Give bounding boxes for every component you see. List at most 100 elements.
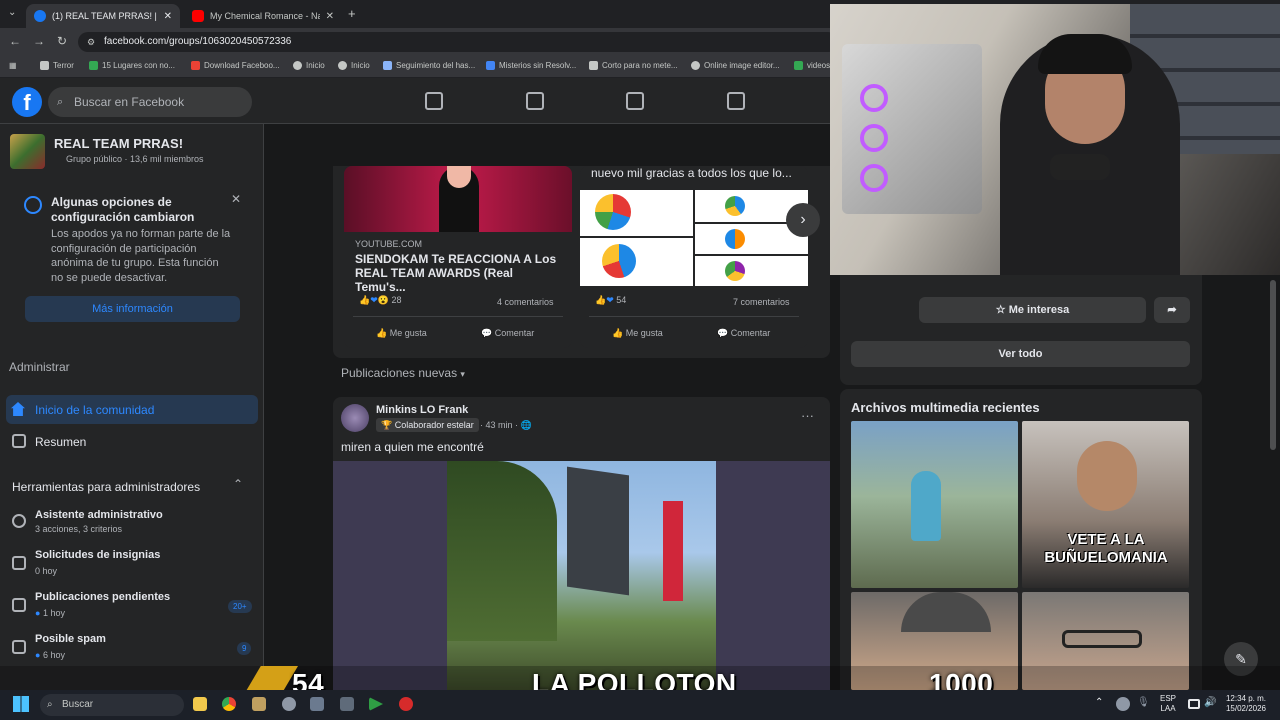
chart-image-1[interactable]	[580, 190, 693, 236]
tool-admin-assistant[interactable]: Asistente administrativo	[35, 509, 163, 521]
share-button[interactable]: ➦	[1154, 297, 1190, 323]
collapse-chevron-icon[interactable]: ⌃	[233, 477, 243, 491]
more-info-button[interactable]: Más información	[25, 296, 240, 322]
see-all-button[interactable]: Ver todo	[851, 341, 1190, 367]
reaction-icons: 👍❤😮	[359, 295, 389, 305]
nav-summary[interactable]: Resumen	[35, 435, 86, 449]
tray-overflow-icon[interactable]: ⌃	[1095, 697, 1109, 711]
bookmark-item[interactable]: videos	[794, 61, 830, 70]
media-thumb-1[interactable]	[851, 421, 1018, 588]
app-icon[interactable]	[252, 697, 266, 711]
windows-start-icon[interactable]	[13, 696, 29, 712]
bookmark-item[interactable]: Inicio	[293, 61, 325, 70]
pages-nav-icon[interactable]	[526, 92, 544, 110]
tool-admin-assistant-sub: 3 acciones, 3 criterios	[35, 524, 123, 534]
new-tab-icon[interactable]: +	[348, 6, 356, 21]
shared-photos-card[interactable]: nuevo mil gracias a todos los que lo... …	[580, 166, 808, 348]
admin-heading: Administrar	[9, 360, 70, 374]
pc-fan	[860, 164, 888, 192]
tab-youtube[interactable]: My Chemical Romance - Na Na ✕	[184, 4, 342, 28]
tool-badge-requests[interactable]: Solicitudes de insignias	[35, 549, 160, 561]
photo-tree	[447, 461, 557, 641]
taskbar-search[interactable]: ⌕ Buscar	[40, 694, 184, 716]
star-icon: ☆	[995, 304, 1006, 316]
thumb-face	[1077, 441, 1137, 511]
bookmark-item[interactable]: Misterios sin Resolv...	[486, 61, 576, 70]
app-icon[interactable]	[282, 697, 296, 711]
network-icon[interactable]	[1188, 699, 1200, 709]
shared-video-card[interactable]: YOUTUBE.COM SIENDOKAM Te REACCIONA A Los…	[344, 166, 572, 348]
search-icon: ⌕	[47, 699, 53, 710]
mic-icon[interactable]: 🎙	[1137, 697, 1151, 711]
file-explorer-icon[interactable]	[193, 697, 207, 711]
home-nav-icon[interactable]	[425, 92, 443, 110]
bookmark-item[interactable]: Inicio	[338, 61, 370, 70]
bookmark-item[interactable]: Seguimiento del has...	[383, 61, 475, 70]
bookmark-item[interactable]: Online image editor...	[691, 61, 780, 70]
interested-button[interactable]: ☆ Me interesa	[919, 297, 1146, 323]
obs-icon[interactable]	[399, 697, 413, 711]
app-icon[interactable]	[310, 697, 324, 711]
like-button[interactable]: 👍 Me gusta	[376, 328, 427, 339]
group-meta: Grupo público · 13,6 mil miembros	[66, 154, 204, 164]
new-posts-sort[interactable]: Publicaciones nuevas ▾	[341, 366, 465, 380]
thumb-caption: VETE A LA BUÑUELOMANIA	[1044, 531, 1168, 566]
facebook-logo-icon[interactable]: f	[12, 87, 42, 117]
bookmark-item[interactable]: 15 Lugares con no...	[89, 61, 175, 70]
tray-app-icon[interactable]	[1116, 697, 1130, 711]
marketplace-nav-icon[interactable]	[727, 92, 745, 110]
tab-list-chevron-icon[interactable]: ⌄	[8, 7, 16, 18]
carousel-next-button[interactable]: ›	[786, 203, 820, 237]
pending-posts-badge: 20+	[228, 600, 252, 613]
scrollbar[interactable]	[1270, 280, 1276, 450]
reactions[interactable]: 👍❤ 54	[595, 295, 626, 306]
url-field[interactable]: ⚙ facebook.com/groups/1063020450572336	[78, 32, 838, 52]
like-button[interactable]: 👍 Me gusta	[612, 328, 663, 339]
bookmark-item[interactable]: Download Faceboo...	[191, 61, 280, 70]
reload-icon[interactable]: ↻	[57, 34, 67, 48]
close-tab-icon[interactable]: ✕	[326, 11, 334, 22]
post-options-button[interactable]: ···	[801, 408, 814, 423]
nav-community-home-label: Inicio de la comunidad	[35, 403, 155, 417]
video-nav-icon[interactable]	[626, 92, 644, 110]
post-author[interactable]: Minkins LO Frank	[376, 404, 468, 416]
pie-chart-icon	[725, 229, 745, 249]
back-icon[interactable]: ←	[9, 34, 21, 48]
tool-possible-spam[interactable]: Posible spam	[35, 633, 106, 645]
language-indicator[interactable]: ESP LAA	[1158, 694, 1178, 714]
link-title[interactable]: SIENDOKAM Te REACCIONA A Los REAL TEAM A…	[355, 252, 565, 294]
notice-body: Los apodos ya no forman parte de la conf…	[51, 228, 231, 284]
author-badge[interactable]: 🏆 Colaborador estelar	[376, 418, 479, 432]
forward-icon[interactable]: →	[33, 34, 45, 48]
video-thumbnail[interactable]	[344, 166, 572, 232]
close-notice-icon[interactable]: ✕	[231, 192, 241, 206]
group-avatar[interactable]	[10, 134, 45, 169]
reactions[interactable]: 👍❤😮 28	[359, 295, 401, 306]
apps-icon[interactable]: ▦	[9, 61, 17, 70]
comment-button[interactable]: 💬 Comentar	[481, 328, 534, 339]
admin-tools-heading[interactable]: Herramientas para administradores	[12, 480, 200, 494]
chart-image-5[interactable]	[695, 256, 808, 286]
event-card	[840, 275, 1202, 385]
author-avatar[interactable]	[341, 404, 369, 432]
comment-button[interactable]: 💬 Comentar	[717, 328, 770, 339]
tab-facebook[interactable]: (1) REAL TEAM PRRAS! | Facebo ✕	[26, 4, 180, 28]
post-photo[interactable]	[447, 461, 716, 690]
bookmark-item[interactable]: Terror	[40, 61, 74, 70]
bookmark-item[interactable]: Corto para no mete...	[589, 61, 678, 70]
site-info-icon[interactable]: ⚙	[87, 32, 95, 52]
group-name[interactable]: REAL TEAM PRRAS!	[54, 136, 183, 151]
media-thumb-2[interactable]: VETE A LA BUÑUELOMANIA	[1022, 421, 1189, 588]
chrome-icon[interactable]	[222, 697, 236, 711]
calculator-icon[interactable]	[340, 697, 354, 711]
comment-count[interactable]: 7 comentarios	[733, 297, 790, 307]
badge-trophy-icon: 🏆	[381, 420, 393, 430]
facebook-search-input[interactable]: ⌕ Buscar en Facebook	[48, 87, 252, 117]
comment-count[interactable]: 4 comentarios	[497, 297, 554, 307]
chart-image-3[interactable]	[580, 238, 693, 286]
tool-pending-posts[interactable]: Publicaciones pendientes	[35, 591, 170, 603]
clock[interactable]: 12:34 p. m. 15/02/2026	[1218, 694, 1274, 714]
close-tab-icon[interactable]: ✕	[164, 11, 172, 22]
dropdown-caret-icon: ▾	[460, 369, 465, 379]
volume-icon[interactable]: 🔊	[1204, 697, 1218, 711]
